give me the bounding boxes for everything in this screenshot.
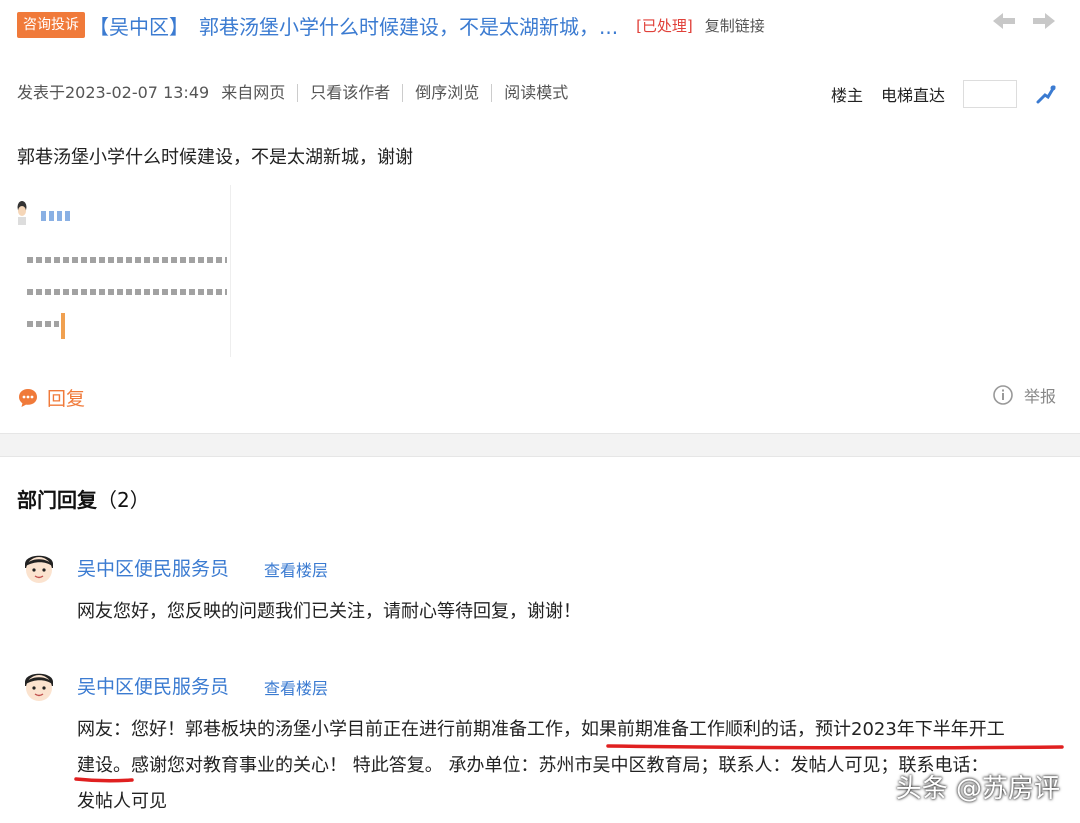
copy-link-button[interactable]: 复制链接	[705, 15, 765, 36]
reply-author[interactable]: 吴中区便民服务员	[77, 554, 229, 581]
reply-action[interactable]: 回复	[17, 384, 85, 411]
report-action[interactable]: 举报	[992, 383, 1056, 407]
report-button[interactable]: 举报	[1024, 383, 1056, 407]
arrow-left-icon[interactable]	[991, 10, 1017, 32]
floor-owner-label: 楼主	[830, 86, 863, 105]
floor-controls: 楼主 电梯直达	[831, 80, 1057, 108]
thread-title[interactable]: 郭巷汤堡小学什么时候建设，不是太湖新城，...	[199, 11, 618, 40]
post-image-thumbnail[interactable]	[17, 185, 231, 357]
reply-author[interactable]: 吴中区便民服务员	[77, 672, 229, 699]
thumbnail-text-line	[27, 289, 227, 295]
chat-bubble-icon	[19, 388, 37, 407]
thumbnail-text-line	[27, 321, 59, 327]
avatar	[25, 555, 53, 583]
watermark: 头条 @苏房评	[895, 774, 1060, 804]
highlight-underline	[74, 777, 134, 783]
section-title-text: 部门回复	[17, 488, 97, 512]
floor-jump-input[interactable]	[963, 80, 1017, 108]
post-meta: 发表于2023-02-07 13:49 来自网页 只看该作者 倒序浏览 阅读模式…	[17, 80, 1067, 108]
thumbnail-text-line	[27, 257, 227, 263]
post-source: 来自网页	[221, 83, 286, 102]
status-badge: [已处理]	[636, 16, 693, 35]
section-divider	[0, 433, 1080, 457]
read-mode-link[interactable]: 阅读模式	[491, 84, 580, 102]
post-date: 发表于2023-02-07 13:49	[17, 83, 210, 102]
thread-title-row: 咨询投诉 【吴中区】 郭巷汤堡小学什么时候建设，不是太湖新城，... [已处理]…	[17, 10, 1067, 40]
department-replies-title: 部门回复（2）	[17, 484, 150, 513]
elevator-label: 电梯直达	[880, 86, 945, 105]
thumbnail-name-line	[41, 211, 73, 221]
reply-button[interactable]: 回复	[47, 384, 85, 411]
info-icon	[993, 385, 1013, 405]
arrow-right-icon[interactable]	[1031, 10, 1057, 32]
reply-text: 网友您好，您反映的问题我们已关注，请耐心等待回复，谢谢！	[77, 601, 581, 622]
district-label[interactable]: 【吴中区】	[89, 11, 189, 40]
reverse-order-link[interactable]: 倒序浏览	[402, 84, 491, 102]
thumbnail-avatar-icon	[17, 201, 27, 225]
view-floor-link[interactable]: 查看楼层	[264, 675, 328, 699]
thumbnail-cursor-bar	[61, 313, 65, 339]
post-content: 郭巷汤堡小学什么时候建设，不是太湖新城，谢谢	[17, 147, 413, 168]
category-tag[interactable]: 咨询投诉	[17, 12, 85, 38]
reply-count: （2）	[97, 488, 150, 512]
elevator-go-icon[interactable]	[1035, 83, 1057, 105]
thread-nav	[991, 10, 1057, 32]
view-floor-link[interactable]: 查看楼层	[264, 557, 328, 581]
avatar	[25, 673, 53, 701]
only-author-link[interactable]: 只看该作者	[297, 84, 402, 102]
highlight-underline	[606, 744, 1064, 750]
